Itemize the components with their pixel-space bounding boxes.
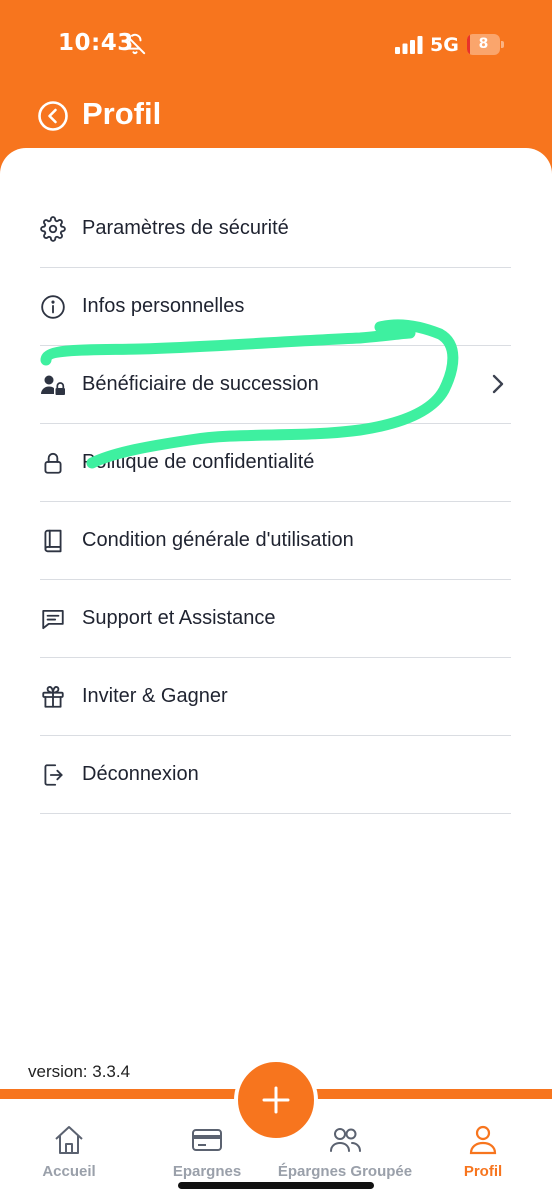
header: Profil <box>0 92 552 150</box>
menu-item-terms[interactable]: Condition générale d'utilisation <box>40 502 511 580</box>
menu-item-invite[interactable]: Inviter & Gagner <box>40 658 511 736</box>
network-label: 5G <box>430 34 459 56</box>
home-indicator <box>178 1182 374 1189</box>
profile-menu: Paramètres de sécurité Infos personnelle… <box>40 190 511 814</box>
menu-label-privacy-policy: Politique de confidentialité <box>82 451 315 473</box>
tab-home[interactable]: Accueil <box>9 1113 129 1180</box>
status-bar: 10:43 5G 8 <box>0 0 552 92</box>
menu-item-beneficiary[interactable]: Bénéficiaire de succession <box>40 346 511 424</box>
menu-label-beneficiary: Bénéficiaire de succession <box>82 373 319 395</box>
menu-label-security-settings: Paramètres de sécurité <box>82 217 289 239</box>
home-icon <box>55 1126 83 1154</box>
users-icon <box>330 1128 361 1152</box>
user-icon <box>469 1125 497 1155</box>
tab-profile[interactable]: Profil <box>423 1113 543 1180</box>
tab-label-savings: Epargnes <box>172 1163 242 1180</box>
menu-item-support[interactable]: Support et Assistance <box>40 580 511 658</box>
menu-item-logout[interactable]: Déconnexion <box>40 736 511 814</box>
card-icon <box>192 1129 222 1151</box>
plus-icon <box>262 1086 290 1114</box>
content-sheet: Paramètres de sécurité Infos personnelle… <box>0 148 552 1098</box>
app-version: version: 3.3.4 <box>28 1062 131 1081</box>
menu-label-support: Support et Assistance <box>82 607 276 629</box>
page-title: Profil <box>82 96 162 131</box>
menu-item-security-settings[interactable]: Paramètres de sécurité <box>40 190 511 268</box>
battery-indicator: 8 <box>467 34 504 55</box>
info-circle-icon <box>40 294 66 320</box>
logout-icon <box>40 762 66 788</box>
gear-icon <box>40 215 66 242</box>
menu-item-privacy-policy[interactable]: Politique de confidentialité <box>40 424 511 502</box>
signal-icon <box>395 36 423 54</box>
lock-icon <box>40 450 66 476</box>
bell-off-icon <box>124 33 146 55</box>
tab-label-home: Accueil <box>42 1163 96 1180</box>
menu-label-logout: Déconnexion <box>82 763 199 785</box>
menu-label-terms: Condition générale d'utilisation <box>82 529 354 551</box>
menu-label-personal-info: Infos personnelles <box>82 295 245 317</box>
gift-icon <box>40 684 66 710</box>
menu-label-invite: Inviter & Gagner <box>82 685 228 707</box>
chat-icon <box>40 606 66 632</box>
menu-item-personal-info[interactable]: Infos personnelles <box>40 268 511 346</box>
status-time: 10:43 <box>58 30 134 56</box>
tab-label-group-savings: Épargnes Groupée <box>277 1163 413 1180</box>
battery-level: 8 <box>478 36 489 52</box>
book-icon <box>40 528 66 554</box>
user-lock-icon <box>40 372 66 398</box>
add-button[interactable] <box>234 1058 318 1142</box>
chevron-right-icon <box>492 374 504 394</box>
tab-label-profile: Profil <box>463 1163 503 1180</box>
back-arrow-circle-icon[interactable] <box>37 100 69 132</box>
